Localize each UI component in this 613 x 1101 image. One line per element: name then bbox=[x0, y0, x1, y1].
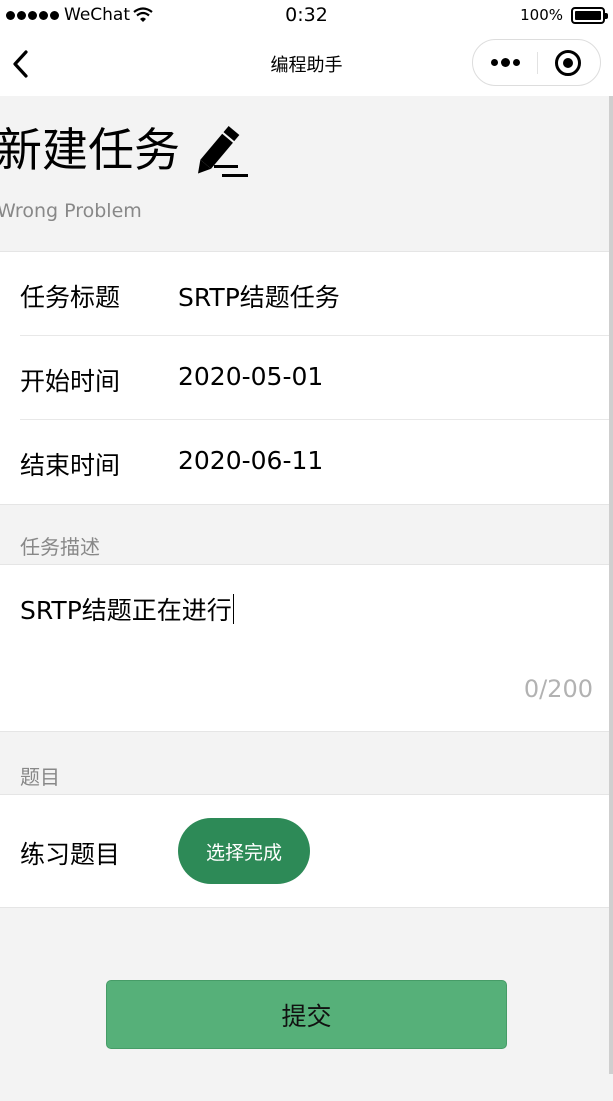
more-menu-icon[interactable] bbox=[473, 40, 537, 85]
close-mini-program-icon[interactable] bbox=[555, 50, 581, 76]
capsule-divider bbox=[537, 52, 538, 74]
mini-program-capsule bbox=[472, 39, 601, 86]
description-group-label: 任务描述 bbox=[20, 535, 100, 559]
select-complete-button[interactable]: 选择完成 bbox=[178, 818, 310, 884]
practice-questions-row: 练习题目 选择完成 bbox=[0, 794, 609, 908]
task-info-section: 任务标题 SRTP结题任务 开始时间 2020-05-01 结束时间 2020-… bbox=[0, 251, 609, 505]
character-counter: 0/200 bbox=[523, 675, 593, 703]
task-title-input[interactable]: SRTP结题任务 bbox=[178, 278, 340, 314]
submit-button[interactable]: 提交 bbox=[106, 980, 507, 1049]
task-title-label: 任务标题 bbox=[20, 283, 121, 312]
start-time-label: 开始时间 bbox=[20, 367, 121, 396]
end-time-label: 结束时间 bbox=[20, 451, 121, 480]
navigation-bar: 编程助手 bbox=[0, 32, 613, 96]
text-cursor bbox=[232, 594, 234, 624]
battery-icon bbox=[571, 6, 608, 24]
description-text[interactable]: SRTP结题正在进行 bbox=[20, 591, 234, 627]
edit-pencil-icon bbox=[198, 126, 248, 177]
page-subtitle: Wrong Problem bbox=[0, 200, 142, 222]
scrollbar[interactable] bbox=[609, 96, 613, 1074]
page-header: 新建任务 Wrong Problem bbox=[0, 96, 609, 251]
description-value: SRTP结题正在进行 bbox=[20, 596, 232, 625]
start-date-picker[interactable]: 2020-05-01 bbox=[178, 362, 323, 391]
battery-status: 100% bbox=[520, 6, 608, 24]
end-time-row[interactable]: 结束时间 2020-06-11 bbox=[20, 420, 609, 504]
description-textarea[interactable]: SRTP结题正在进行 0/200 bbox=[0, 564, 609, 732]
battery-percent: 100% bbox=[520, 6, 563, 24]
status-bar: WeChat 0:32 100% bbox=[0, 0, 613, 32]
questions-group-label: 题目 bbox=[20, 765, 60, 789]
end-date-picker[interactable]: 2020-06-11 bbox=[178, 446, 323, 475]
practice-questions-label: 练习题目 bbox=[20, 840, 121, 869]
start-time-row[interactable]: 开始时间 2020-05-01 bbox=[20, 336, 609, 420]
task-title-row[interactable]: 任务标题 SRTP结题任务 bbox=[20, 252, 609, 336]
page-title: 新建任务 bbox=[0, 123, 180, 177]
